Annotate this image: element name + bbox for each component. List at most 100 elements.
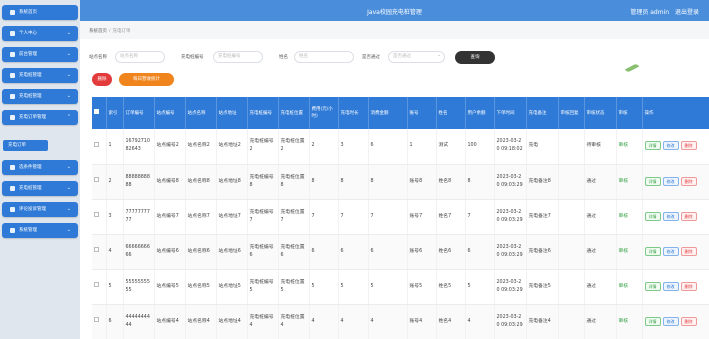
column-header[interactable]: 站点名称 [185,97,217,129]
audit-select[interactable]: 是否通过 [388,51,445,63]
table-cell: 4444444444 [123,304,155,339]
edit-button[interactable]: 修改 [662,141,679,151]
row-checkbox[interactable] [94,317,99,322]
table-row[interactable]: 2 8888888888 站点编号8 站点名称8 站点地址8 充电桩编号8 充电桩位置8 8 8… [92,164,709,200]
sidebar-item[interactable]: 系统管理 ⌄ [2,223,78,238]
sidebar-subitem-orders[interactable]: 充电订单 [3,140,48,151]
detail-button[interactable]: 详情 [644,246,661,256]
column-header[interactable]: 索引 [106,97,124,129]
column-header[interactable]: 审核状态 [584,97,617,129]
sidebar-item[interactable]: 评论投诉管理 ⌄ [2,202,78,217]
table-cell: 8 [465,164,495,200]
column-header[interactable]: 下单时间 [494,97,527,129]
logout-link[interactable]: 退出登录 [675,9,699,16]
table-row[interactable]: 1 1679271082643 站点编号2 站点名称2 站点地址2 充电桩编号2 充电桩位置… [92,129,709,165]
row-checkbox[interactable] [94,282,99,287]
pile-no-input[interactable]: 充电桩编号 [213,51,263,63]
table-cell[interactable]: 审核 [616,304,643,339]
table-cell[interactable]: 审核 [616,234,643,270]
detail-button[interactable]: 详情 [644,176,661,186]
main-content: 站点名称 站点名称 充电桩编号 充电桩编号 姓名 姓名 是否通过 是否通过 查询… [80,39,709,339]
column-header[interactable]: 充电备注 [526,97,559,129]
column-header[interactable]: 订单编号 [123,97,155,129]
column-header[interactable]: 站点地址 [216,97,248,129]
table-cell[interactable]: 审核 [616,269,643,305]
select-all-cell [92,97,107,129]
column-header-label: 费用(元/小时) [311,107,333,119]
row-checkbox[interactable] [94,141,99,147]
name-input[interactable]: 姓名 [294,51,354,63]
delete-button[interactable]: 删除 [680,316,697,326]
column-header-label: 站点编号 [156,110,175,116]
orders-table-wrap: 索引 订单编号 站点编号 站点名称 站点地址 充电桩编号 充电桩位置 费用(元/小时) 充电时长… [92,97,709,339]
query-button[interactable]: 查询 [455,51,495,64]
column-header[interactable]: 充电桩位置 [278,97,310,129]
column-header[interactable]: 站点编号 [154,97,186,129]
table-cell: 2 [309,129,339,165]
gear-icon [10,228,15,233]
edit-button[interactable]: 修改 [662,211,679,221]
table-cell: 站点名称4 [185,304,217,339]
edit-button[interactable]: 修改 [662,246,679,256]
table-cell: 8 [368,164,408,200]
sidebar-item-label: 前台管理 [19,52,37,57]
delete-button[interactable]: 删除 [680,211,697,221]
table-cell[interactable]: 审核 [616,164,643,200]
column-header[interactable]: 充电桩编号 [247,97,279,129]
column-header[interactable]: 审核 [616,97,643,129]
column-header-label: 姓名 [438,110,448,116]
edit-button[interactable]: 修改 [662,281,679,291]
detail-button[interactable]: 详情 [644,281,661,291]
table-row[interactable]: 5 5555555555 站点编号5 站点名称5 站点地址5 充电桩编号5 充电桩位置5 5 5… [92,269,709,305]
sidebar-item[interactable]: 个人中心 ⌄ [2,26,78,41]
row-checkbox[interactable] [94,177,99,182]
table-cell: 6 [368,129,408,165]
sidebar-item[interactable]: 前台管理 ⌄ [2,47,78,62]
column-header[interactable]: 审核回复 [558,97,585,129]
table-cell [558,129,585,165]
sidebar-item[interactable]: 充电订单管理 ⌃ [2,110,78,125]
breadcrumb-home[interactable]: 系统首页 [89,29,107,34]
column-header-label: 站点名称 [187,110,206,116]
column-header[interactable]: 账号 [407,97,437,129]
station-name-input[interactable]: 站点名称 [115,51,165,63]
row-checkbox[interactable] [94,212,99,217]
delete-button[interactable]: 删除 [680,141,697,151]
sidebar-item-label: 评论投诉管理 [19,207,46,212]
table-cell[interactable]: 审核 [616,129,643,165]
sidebar-item[interactable]: 充电桩管理 ⌄ [2,68,78,83]
table-cell: 充电桩编号7 [247,199,279,235]
battery-icon [10,73,15,78]
sidebar-item[interactable]: 充电桩管理 ⌄ [2,89,78,104]
column-header[interactable]: 姓名 [436,97,466,129]
table-row[interactable]: 4 6666666666 站点编号6 站点名称6 站点地址6 充电桩编号6 充电桩位置6 6 6… [92,234,709,270]
table-cell[interactable]: 审核 [616,199,643,235]
select-all-checkbox[interactable] [94,109,99,114]
sidebar-item[interactable]: 选条件管理 ⌄ [2,160,78,175]
detail-button[interactable]: 详情 [644,316,661,326]
table-cell: 充电桩位置8 [278,164,310,200]
edit-button[interactable]: 修改 [662,176,679,186]
column-header[interactable]: 用户余额 [465,97,495,129]
sidebar-item-label: 充电桩管理 [19,186,42,191]
column-header[interactable]: 操作 [642,97,709,129]
sidebar-item[interactable]: 系统首页 [2,5,78,20]
column-header[interactable]: 消费金额 [368,97,408,129]
delete-button[interactable]: 删除 [680,176,697,186]
column-header[interactable]: 充电时长 [338,97,369,129]
sidebar-item[interactable]: 充电桩管理 ⌄ [2,181,78,196]
detail-button[interactable]: 详情 [644,211,661,221]
table-row[interactable]: 3 7777777777 站点编号7 站点名称7 站点地址7 充电桩编号7 充电桩位置7 7 7… [92,199,709,235]
delete-button[interactable]: 删除 [680,281,697,291]
column-header[interactable]: 费用(元/小时) [309,97,339,129]
delete-button[interactable]: 删除 [680,246,697,256]
batch-delete-button[interactable]: 删除 [92,73,112,86]
edit-button[interactable]: 修改 [662,316,679,326]
detail-button[interactable]: 详情 [644,141,661,151]
table-cell [558,269,585,305]
table-cell: 站点地址7 [216,199,248,235]
table-cell: 站点名称2 [185,129,217,165]
row-checkbox[interactable] [94,247,99,252]
table-row[interactable]: 6 4444444444 站点编号4 站点名称4 站点地址4 充电桩编号4 充电桩位置4 4 4… [92,304,709,339]
daily-stats-button[interactable]: 每日营收统计 [119,73,174,86]
